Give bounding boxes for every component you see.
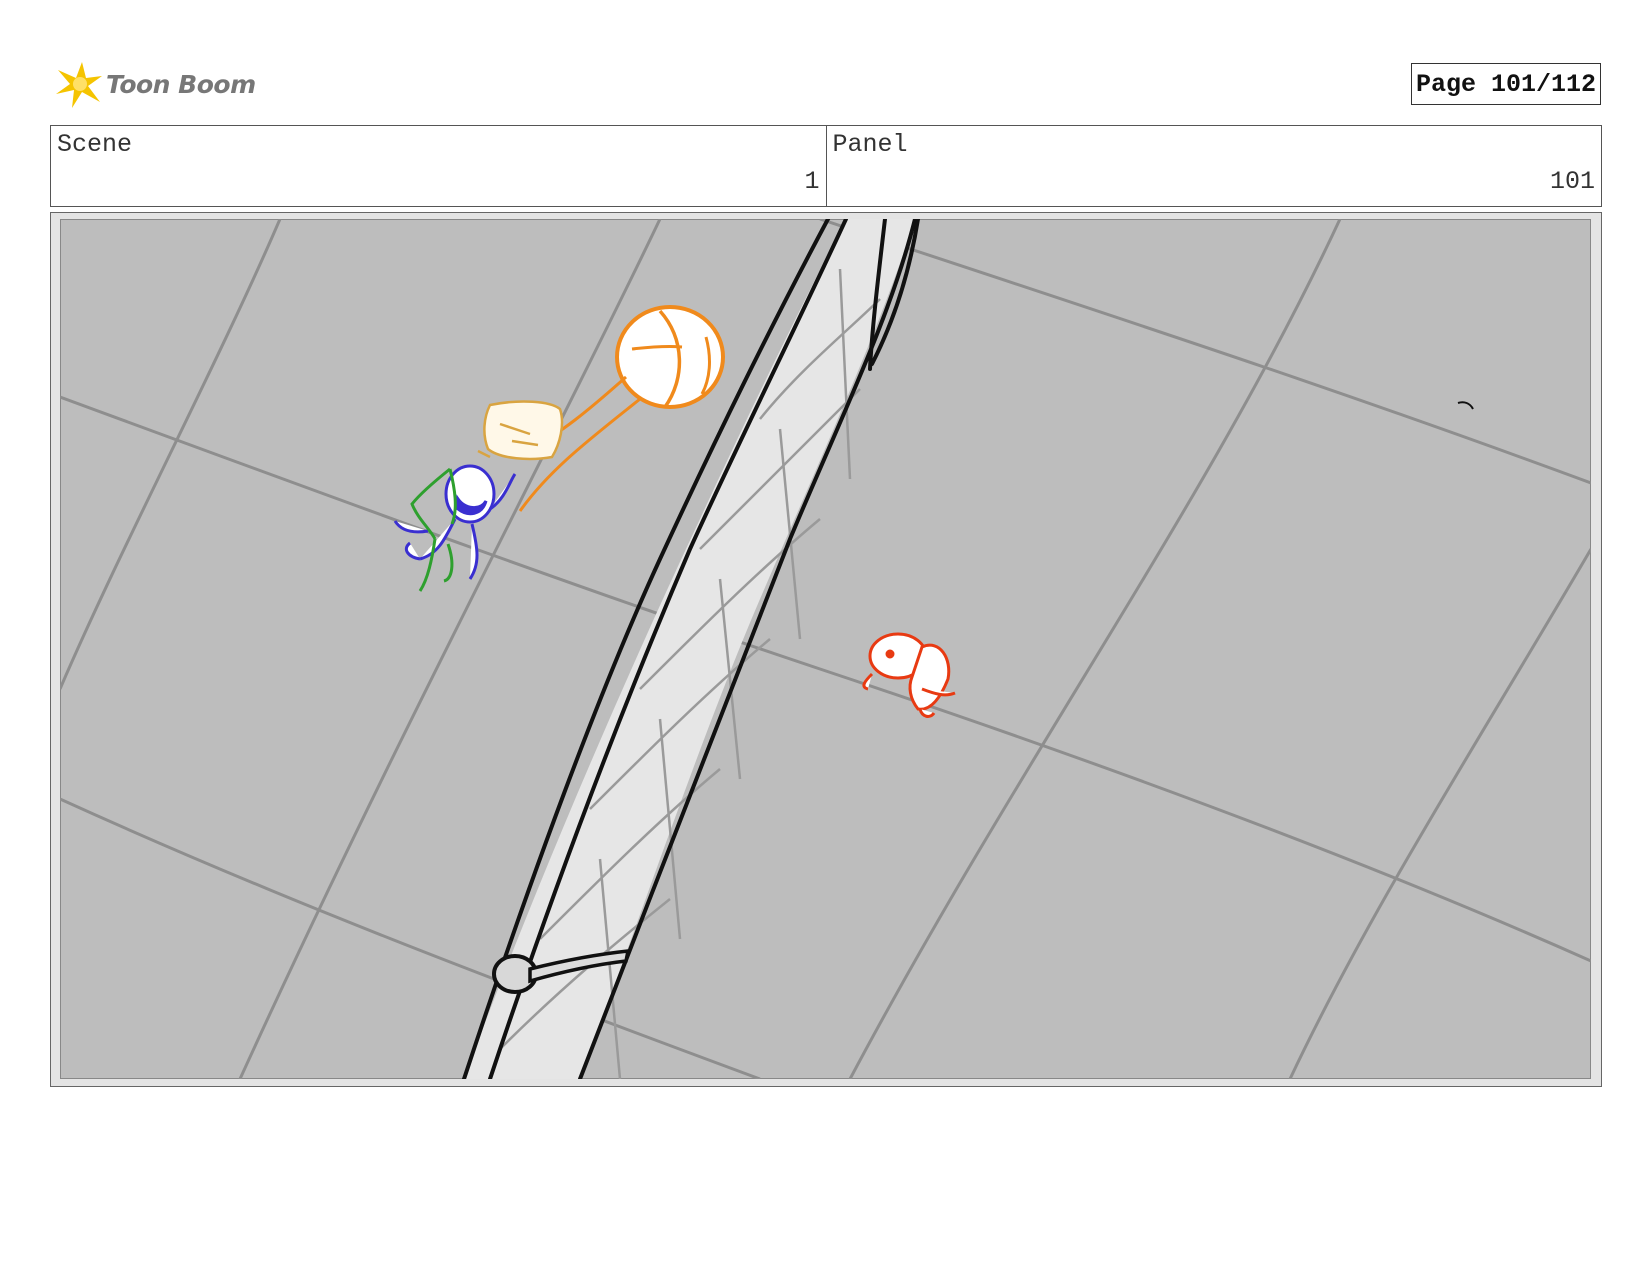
panel-cell: Panel 101 [825,126,1602,206]
tan-character-sketch [477,400,564,461]
storyboard-panel [50,212,1602,1087]
panel-drawing [60,219,1591,1079]
toon-boom-logo: Toon Boom [52,56,262,112]
page-number: Page 101/112 [1411,63,1601,105]
panel-value: 101 [1549,167,1595,196]
starburst-icon [56,62,102,108]
scene-panel-info: Scene 1 Panel 101 [50,125,1602,207]
scene-value: 1 [804,167,820,196]
scene-cell: Scene 1 [51,126,826,206]
logo-text: Toon Boom [106,69,256,99]
scene-label: Scene [57,130,133,159]
panel-label: Panel [832,130,908,159]
